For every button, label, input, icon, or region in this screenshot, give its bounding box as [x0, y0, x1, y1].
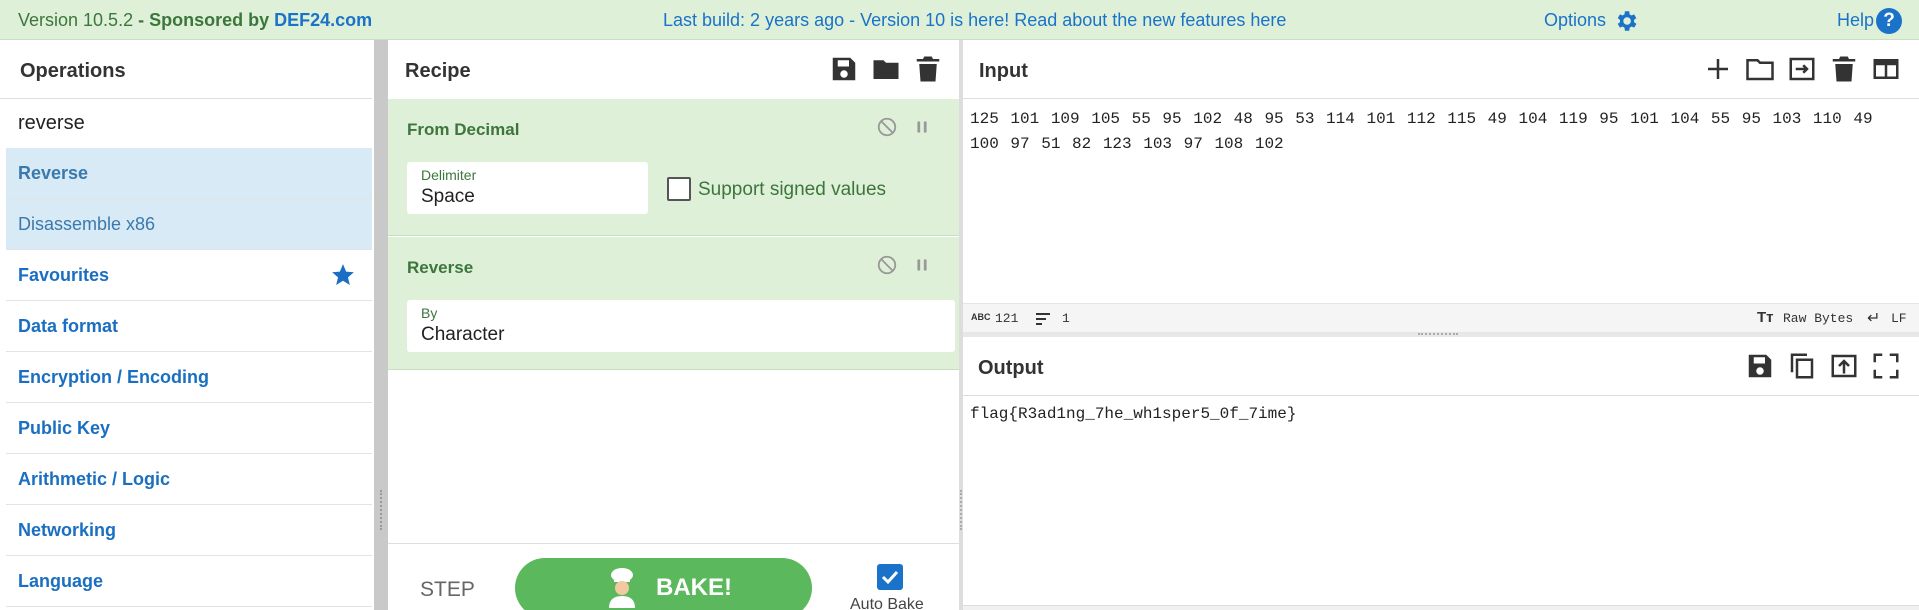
check-icon [881, 570, 899, 585]
auto-bake-checkbox[interactable] [877, 564, 903, 590]
text-size-icon: Tт [1757, 309, 1774, 326]
version-label: Version 10.5.2 [18, 10, 134, 30]
category-label: Favourites [18, 265, 110, 285]
handle-grip [1418, 333, 1458, 335]
auto-bake-label: Auto Bake [850, 596, 924, 610]
build-notice-link[interactable]: Last build: 2 years ago - Version 10 is … [663, 10, 1286, 31]
top-banner: Version 10.5.2 - Sponsored by DEF24.com … [0, 0, 1919, 40]
field-value: Character [421, 324, 505, 345]
search-result-disassemble[interactable]: Disassemble x86 [6, 199, 372, 250]
category-networking[interactable]: Networking [6, 505, 372, 556]
ingredient-name: From Decimal [407, 120, 520, 139]
bake-label: BAKE! [656, 574, 732, 601]
delimiter-field[interactable]: Delimiter Space [407, 162, 648, 214]
step-button[interactable]: STEP [420, 578, 475, 602]
ingredient-name: Reverse [407, 258, 474, 277]
input-panel: Input 125 101 109 105 55 95 102 48 95 53… [963, 40, 1919, 333]
category-data-format[interactable]: Data format [6, 301, 372, 352]
save-icon[interactable] [1745, 351, 1775, 381]
sponsor-prefix: - Sponsored by [133, 10, 275, 30]
open-folder-icon[interactable] [1745, 54, 1775, 84]
checkbox-label: Support signed values [698, 179, 887, 200]
sponsor-link[interactable]: DEF24.com [274, 10, 372, 30]
add-tab-icon[interactable] [1703, 54, 1733, 84]
replace-input-icon[interactable] [1829, 351, 1859, 381]
trash-icon[interactable] [1829, 54, 1859, 84]
disable-icon[interactable] [876, 116, 898, 138]
folder-icon[interactable] [871, 54, 901, 84]
divider [963, 395, 1919, 396]
output-panel: Output flag{R3ad1ng_7he_wh1sper5_0f_7ime… [963, 337, 1919, 610]
input-status-bar: ABC 121 1 Tт Raw Bytes ↵ LF [963, 303, 1919, 333]
search-result-reverse[interactable]: Reverse [6, 148, 372, 199]
chef-icon [609, 568, 635, 608]
eol-button[interactable]: LF [1891, 311, 1907, 326]
category-favourites[interactable]: Favourites [6, 250, 372, 301]
copy-icon[interactable] [1787, 351, 1817, 381]
input-title: Input [979, 60, 1028, 82]
operations-search-input[interactable] [6, 99, 372, 147]
length-icon: ABC [971, 312, 991, 322]
lines-icon [1036, 313, 1050, 325]
gear-icon[interactable] [1613, 8, 1639, 34]
operations-title: Operations [20, 60, 126, 82]
bake-button[interactable]: BAKE! [515, 558, 812, 610]
operations-resize-handle[interactable] [374, 40, 388, 610]
category-arithmetic-logic[interactable]: Arithmetic / Logic [6, 454, 372, 505]
output-footer [963, 605, 1919, 610]
output-text[interactable]: flag{R3ad1ng_7he_wh1sper5_0f_7ime} [970, 405, 1296, 423]
divider [963, 98, 1919, 99]
field-value: Space [421, 186, 475, 207]
category-public-key[interactable]: Public Key [6, 403, 372, 454]
input-length: 121 [995, 311, 1019, 326]
options-link[interactable]: Options [1544, 10, 1606, 31]
input-textarea[interactable]: 125 101 109 105 55 95 102 48 95 53 114 1… [970, 107, 1910, 157]
recipe-ingredient-reverse[interactable]: Reverse By Character [388, 237, 959, 370]
operations-panel: Operations Reverse Disassemble x86 Favou… [0, 40, 374, 610]
category-encryption-encoding[interactable]: Encryption / Encoding [6, 352, 372, 403]
recipe-footer: STEP BAKE! Auto Bake [388, 543, 959, 610]
recipe-title: Recipe [405, 60, 471, 82]
encoding-button[interactable]: Raw Bytes [1783, 311, 1853, 326]
maximise-icon[interactable] [1871, 351, 1901, 381]
field-label: Delimiter [421, 167, 477, 183]
help-link[interactable]: Help [1837, 10, 1874, 31]
eol-icon: ↵ [1867, 310, 1881, 327]
layout-icon[interactable] [1871, 54, 1901, 84]
input-lines: 1 [1062, 311, 1070, 326]
trash-icon[interactable] [913, 54, 943, 84]
open-file-icon[interactable] [1787, 54, 1817, 84]
field-label: By [421, 305, 438, 321]
support-signed-checkbox[interactable] [667, 177, 691, 201]
handle-grip [960, 490, 962, 530]
version-sponsor: Version 10.5.2 - Sponsored by DEF24.com [18, 10, 372, 31]
output-title: Output [978, 357, 1044, 379]
save-icon[interactable] [829, 54, 859, 84]
recipe-panel: Recipe From Decimal Delimiter Space Supp… [388, 40, 959, 610]
star-icon [332, 264, 354, 285]
disable-icon[interactable] [876, 254, 898, 276]
pause-icon[interactable] [911, 254, 933, 276]
pause-icon[interactable] [911, 116, 933, 138]
category-language[interactable]: Language [6, 556, 372, 607]
by-field[interactable]: By Character [407, 300, 955, 352]
recipe-ingredient-from-decimal[interactable]: From Decimal Delimiter Space Support sig… [388, 99, 959, 236]
help-icon[interactable]: ? [1876, 8, 1902, 34]
handle-grip [380, 490, 382, 530]
